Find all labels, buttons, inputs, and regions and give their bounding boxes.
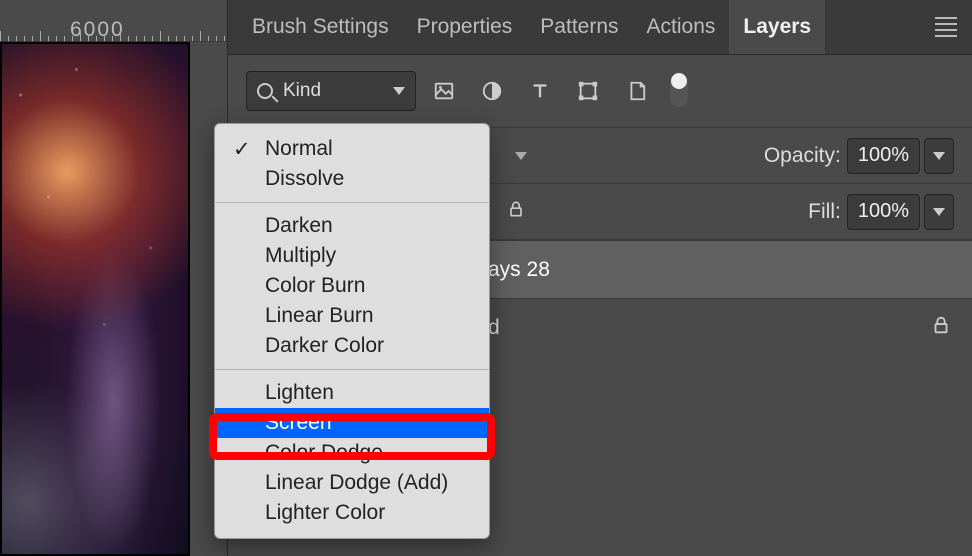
tab-label: Properties — [417, 15, 513, 39]
blend-mode-option-linear-dodge[interactable]: Linear Dodge (Add) — [215, 468, 489, 498]
blend-mode-option-darker-color[interactable]: Darker Color — [215, 331, 489, 361]
option-label: Lighten — [265, 381, 334, 404]
hamburger-icon — [935, 17, 957, 37]
tab-label: Layers — [743, 15, 811, 39]
tab-properties[interactable]: Properties — [403, 0, 527, 54]
blend-mode-option-normal[interactable]: Normal — [215, 134, 489, 164]
blend-mode-option-linear-burn[interactable]: Linear Burn — [215, 301, 489, 331]
blend-mode-dropdown-caret[interactable] — [506, 138, 536, 174]
blend-mode-option-color-dodge[interactable]: Color Dodge — [215, 438, 489, 468]
filter-pixel-layers-button[interactable] — [424, 71, 464, 111]
filter-adjustment-layers-button[interactable] — [472, 71, 512, 111]
chevron-down-icon — [515, 152, 527, 160]
layer-name-fragment: ays 28 — [488, 258, 550, 282]
tab-patterns[interactable]: Patterns — [526, 0, 632, 54]
blend-mode-menu[interactable]: Normal Dissolve Darken Multiply Color Bu… — [214, 123, 490, 539]
tab-layers[interactable]: Layers — [729, 0, 825, 54]
search-icon — [257, 83, 273, 99]
option-label: Normal — [265, 137, 333, 160]
tab-actions[interactable]: Actions — [633, 0, 730, 54]
filter-type-layers-button[interactable] — [520, 71, 560, 111]
blend-mode-option-lighter-color[interactable]: Lighter Color — [215, 498, 489, 528]
chevron-down-icon — [393, 87, 405, 95]
layer-lock-indicator[interactable] — [930, 314, 952, 342]
fill-label: Fill: — [808, 200, 841, 224]
blend-mode-option-color-burn[interactable]: Color Burn — [215, 271, 489, 301]
blend-mode-option-darken[interactable]: Darken — [215, 211, 489, 241]
blend-mode-option-screen[interactable]: Screen — [215, 408, 489, 438]
fill-slider-button[interactable] — [924, 194, 954, 230]
tab-label: Patterns — [540, 15, 618, 39]
tab-label: Actions — [647, 15, 716, 39]
canvas-area: 6000 — [0, 0, 227, 556]
filter-shape-layers-button[interactable] — [568, 71, 608, 111]
blend-mode-option-multiply[interactable]: Multiply — [215, 241, 489, 271]
layer-filter-row: Kind — [228, 55, 972, 128]
opacity-slider-button[interactable] — [924, 138, 954, 174]
fill-value-input[interactable]: 100% — [847, 194, 920, 230]
option-label: Multiply — [265, 244, 336, 267]
shape-icon — [577, 80, 599, 102]
lock-all-button[interactable] — [506, 199, 526, 225]
ruler-horizontal: 6000 — [0, 0, 227, 42]
menu-separator — [215, 202, 489, 203]
ruler-marks — [0, 29, 227, 41]
filter-kind-label: Kind — [283, 80, 383, 102]
option-label: Darker Color — [265, 334, 384, 357]
opacity-value-input[interactable]: 100% — [847, 138, 920, 174]
filter-kind-dropdown[interactable]: Kind — [246, 71, 416, 111]
smartobject-icon — [625, 80, 647, 102]
panel-tabs: Brush Settings Properties Patterns Actio… — [228, 0, 972, 55]
option-label: Color Dodge — [265, 441, 383, 464]
lock-icon — [506, 199, 526, 219]
option-label: Darken — [265, 214, 333, 237]
blend-mode-option-lighten[interactable]: Lighten — [215, 378, 489, 408]
chevron-down-icon — [933, 208, 945, 216]
option-label: Screen — [265, 411, 332, 434]
lock-icon — [930, 314, 952, 336]
option-label: Lighter Color — [265, 501, 385, 524]
filter-smart-objects-button[interactable] — [616, 71, 656, 111]
chevron-down-icon — [933, 152, 945, 160]
opacity-label: Opacity: — [764, 144, 841, 168]
menu-separator — [215, 369, 489, 370]
adjustment-icon — [481, 80, 503, 102]
tab-label: Brush Settings — [252, 15, 389, 39]
panel-menu-button[interactable] — [920, 0, 972, 54]
filter-toggle[interactable] — [670, 75, 688, 107]
type-icon — [529, 80, 551, 102]
option-label: Color Burn — [265, 274, 365, 297]
canvas-window[interactable] — [0, 42, 190, 556]
option-label: Dissolve — [265, 167, 344, 190]
blend-mode-option-dissolve[interactable]: Dissolve — [215, 164, 489, 194]
tab-brush-settings[interactable]: Brush Settings — [238, 0, 403, 54]
option-label: Linear Burn — [265, 304, 374, 327]
canvas-image — [2, 44, 188, 554]
option-label: Linear Dodge (Add) — [265, 471, 448, 494]
image-icon — [433, 80, 455, 102]
